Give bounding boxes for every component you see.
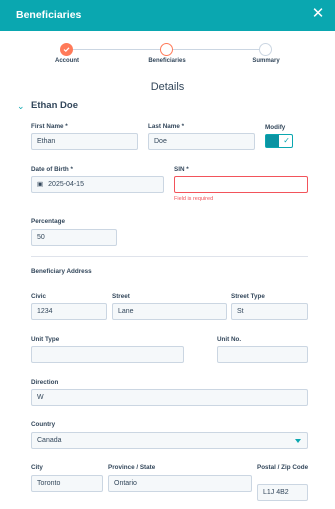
close-icon[interactable]: ✕ [310,6,326,22]
section-title: Details [150,81,185,93]
unit-type-input[interactable] [31,346,184,363]
check-icon [63,46,69,52]
first-name-label: First Name * [31,123,68,130]
modal-header: Beneficiaries ✕ [0,0,335,31]
step-beneficiaries-dot[interactable] [160,43,173,56]
first-name-input[interactable]: Ethan [31,133,138,150]
dob-value: 2025-04-15 [48,181,84,188]
city-input[interactable]: Toronto [31,475,103,492]
street-type-input[interactable]: St [231,303,308,320]
sin-error-message: Field is required [174,196,214,202]
toggle-knob [266,135,279,147]
step-label-summary: Summary [252,58,280,64]
civic-input[interactable]: 1234 [31,303,107,320]
direction-label: Direction [31,379,59,386]
modify-toggle[interactable]: ✓ [265,134,293,148]
country-value: Canada [37,437,62,444]
sin-input[interactable] [174,176,308,193]
person-accordion[interactable]: ⌄ Ethan Doe [17,100,78,111]
modify-label: Modify [265,124,286,131]
person-name: Ethan Doe [31,100,78,111]
calendar-icon: ▣ [37,181,44,188]
last-name-input[interactable]: Doe [148,133,255,150]
direction-input[interactable]: W [31,389,308,406]
chevron-down-icon: ⌄ [17,100,25,111]
unit-no-input[interactable] [217,346,308,363]
step-label-beneficiaries: Beneficiaries [148,58,186,64]
province-label: Province / State [108,464,156,471]
street-label: Street [112,293,130,300]
modal-title: Beneficiaries [16,9,82,21]
unit-no-label: Unit No. [217,336,242,343]
postal-input[interactable]: L1J 4B2 [257,484,308,501]
sin-label: SIN * [174,166,189,173]
dropdown-arrow-icon [295,439,301,443]
street-input[interactable]: Lane [112,303,227,320]
stepper-connector [166,49,266,50]
section-divider [31,256,308,257]
country-label: Country [31,421,56,428]
step-account-dot[interactable] [60,43,73,56]
percentage-label: Percentage [31,218,65,225]
percentage-input[interactable]: 50 [31,229,117,246]
postal-label: Postal / Zip Code [257,464,309,471]
check-icon: ✓ [283,136,290,145]
step-summary-dot[interactable] [259,43,272,56]
stepper-connector [66,49,166,50]
province-input[interactable]: Ontario [108,475,252,492]
dob-input[interactable]: ▣ 2025-04-15 [31,176,164,193]
street-type-label: Street Type [231,293,265,300]
last-name-label: Last Name * [148,123,185,130]
country-select[interactable]: Canada [31,432,308,449]
city-label: City [31,464,43,471]
address-heading: Beneficiary Address [31,268,92,275]
dob-label: Date of Birth * [31,166,73,173]
civic-label: Civic [31,293,47,300]
step-label-account: Account [55,58,79,64]
unit-type-label: Unit Type [31,336,60,343]
